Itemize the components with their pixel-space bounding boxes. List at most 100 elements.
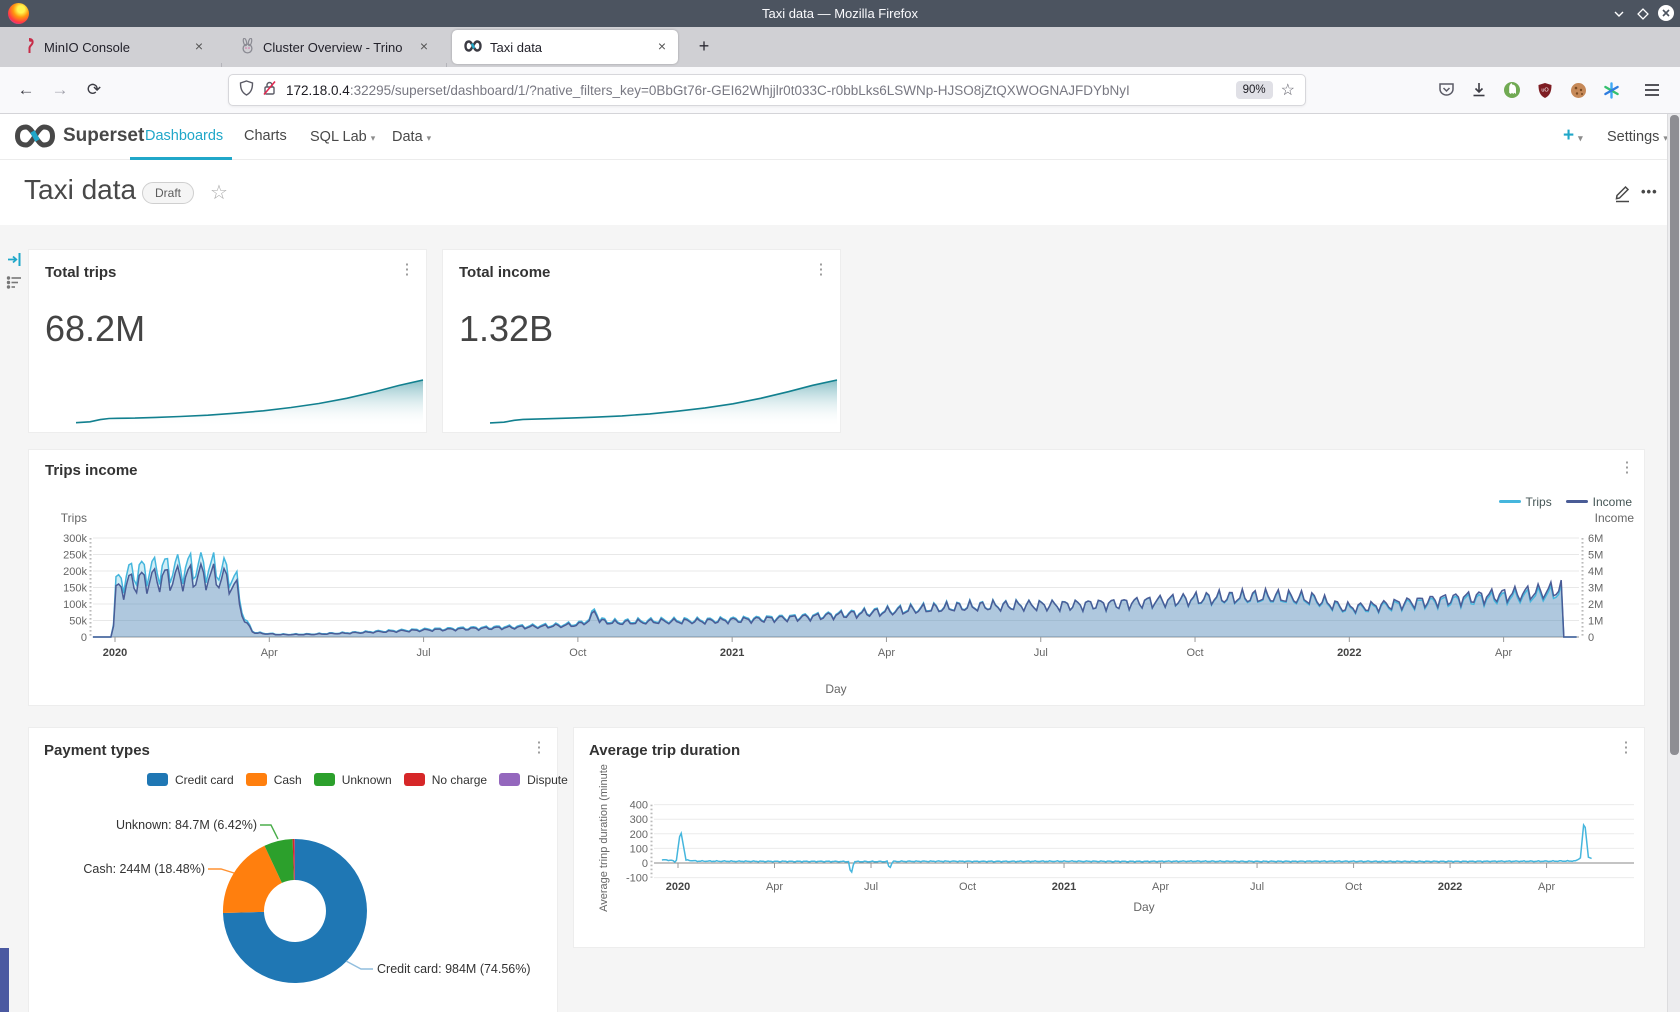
- svg-text:200: 200: [630, 829, 648, 841]
- svg-text:2022: 2022: [1337, 647, 1361, 659]
- brand-name: Superset: [63, 125, 144, 147]
- svg-text:2022: 2022: [1438, 881, 1462, 893]
- url-text[interactable]: 172.18.0.4:32295/superset/dashboard/1/?n…: [286, 83, 1236, 98]
- total-income-sparkline: [489, 374, 838, 428]
- svg-text:2020: 2020: [666, 881, 690, 893]
- svg-text:Income: Income: [1595, 511, 1635, 525]
- superset-logo[interactable]: Superset: [14, 122, 144, 150]
- svg-text:250k: 250k: [63, 550, 87, 562]
- tab-taxi-data-active[interactable]: Taxi data ×: [452, 30, 678, 64]
- extension-asterisk-icon[interactable]: [1597, 76, 1625, 104]
- svg-text:Credit card: 984M (74.56%): Credit card: 984M (74.56%): [377, 962, 531, 976]
- tab-minio-console[interactable]: MinIO Console ×: [10, 30, 215, 64]
- nav-item-sql-lab[interactable]: SQL Lab▾: [310, 128, 375, 146]
- svg-text:4M: 4M: [1588, 566, 1603, 578]
- forward-button[interactable]: →: [46, 76, 74, 104]
- trino-favicon: [240, 38, 255, 57]
- chevron-down-icon: ▾: [1578, 133, 1583, 143]
- chart-menu-icon[interactable]: ⋮: [397, 266, 417, 273]
- svg-text:Jul: Jul: [417, 647, 431, 659]
- svg-text:0: 0: [81, 632, 87, 644]
- chart-title: Total income: [459, 264, 550, 281]
- hamburger-menu-icon[interactable]: [1638, 76, 1666, 104]
- page-scrollbar[interactable]: [1667, 114, 1680, 1012]
- svg-text:Apr: Apr: [1538, 881, 1555, 893]
- window-minimize-button[interactable]: [1610, 5, 1628, 23]
- svg-text:Trips: Trips: [61, 511, 87, 525]
- new-tab-button[interactable]: +: [692, 35, 716, 59]
- bookmark-star-icon[interactable]: ☆: [1281, 80, 1295, 100]
- extension-cookie-icon[interactable]: [1564, 76, 1592, 104]
- url-bar[interactable]: 172.18.0.4:32295/superset/dashboard/1/?n…: [228, 74, 1306, 106]
- window-close-button[interactable]: [1657, 4, 1675, 22]
- svg-text:300k: 300k: [63, 533, 87, 545]
- svg-text:Apr: Apr: [1495, 647, 1512, 659]
- back-button[interactable]: ←: [12, 76, 40, 104]
- tab-close-icon[interactable]: ×: [414, 37, 434, 57]
- svg-text:Oct: Oct: [1186, 647, 1203, 659]
- svg-text:100: 100: [630, 843, 648, 855]
- avg-trip-duration-chart[interactable]: 4003002001000-1002020AprJulOct2021AprJul…: [574, 728, 1646, 949]
- svg-text:5M: 5M: [1588, 550, 1603, 562]
- tab-cluster-overview-trino[interactable]: Cluster Overview - Trino ×: [228, 30, 440, 64]
- total-income-card: Total income ⋮ 1.32B: [442, 249, 841, 433]
- svg-text:Day: Day: [1133, 900, 1154, 914]
- filter-list-icon[interactable]: [6, 274, 23, 296]
- window-maximize-button[interactable]: [1634, 5, 1652, 23]
- tab-bar: MinIO Console × Cluster Overview - Trino…: [0, 27, 1680, 67]
- trips-income-chart[interactable]: TripsIncome300k250k200k150k100k50k06M5M4…: [29, 450, 1646, 707]
- scrollbar-thumb[interactable]: [1670, 115, 1679, 755]
- add-new-button[interactable]: +▾: [1563, 125, 1583, 147]
- svg-text:150k: 150k: [63, 583, 87, 595]
- svg-text:Average trinp duration (minute: Average trinp duration (minute: [598, 764, 610, 912]
- trips-income-card: Trips income ⋮ Trips Income TripsIncome3…: [28, 449, 1645, 706]
- svg-text:0: 0: [642, 858, 648, 870]
- nav-item-charts[interactable]: Charts: [244, 128, 287, 144]
- svg-text:Apr: Apr: [766, 881, 783, 893]
- svg-text:Apr: Apr: [261, 647, 278, 659]
- payment-types-donut-chart[interactable]: Unknown: 84.7M (6.42%)Cash: 244M (18.48%…: [29, 728, 559, 1012]
- tab-close-icon[interactable]: ×: [189, 37, 209, 57]
- svg-text:Day: Day: [825, 682, 846, 696]
- browser-window: Taxi data — Mozilla Firefox MinIO Consol…: [0, 0, 1680, 1012]
- dashboard-title: Taxi data: [24, 174, 136, 206]
- svg-text:6M: 6M: [1588, 533, 1603, 545]
- chart-menu-icon[interactable]: ⋮: [811, 266, 831, 273]
- svg-text:2021: 2021: [720, 647, 744, 659]
- url-host: 172.18.0.4: [286, 83, 350, 98]
- pocket-icon[interactable]: [1432, 76, 1460, 104]
- big-number-value: 1.32B: [459, 308, 553, 350]
- chevron-down-icon: ▾: [427, 133, 432, 143]
- nav-item-dashboards[interactable]: Dashboards: [145, 128, 223, 144]
- svg-text:Apr: Apr: [1152, 881, 1169, 893]
- svg-text:50k: 50k: [69, 616, 87, 628]
- total-trips-card: Total trips ⋮ 68.2M: [28, 249, 427, 433]
- svg-text:Oct: Oct: [569, 647, 586, 659]
- insecure-lock-icon[interactable]: [262, 80, 277, 101]
- reload-button[interactable]: ⟳: [80, 76, 108, 104]
- svg-text:400: 400: [630, 800, 648, 812]
- nav-item-data[interactable]: Data▾: [392, 128, 431, 146]
- extension-ublock-icon[interactable]: uO: [1531, 76, 1559, 104]
- firefox-logo-icon: [8, 3, 29, 24]
- window-titlebar: Taxi data — Mozilla Firefox: [0, 0, 1680, 27]
- tracking-shield-icon[interactable]: [239, 80, 254, 101]
- settings-menu[interactable]: Settings▾: [1607, 128, 1668, 146]
- tab-close-icon[interactable]: ×: [652, 37, 672, 57]
- svg-text:Oct: Oct: [959, 881, 976, 893]
- svg-text:Apr: Apr: [878, 647, 895, 659]
- browser-toolbar: ← → ⟳ 172.18.0.4:32295/superset/dashboar…: [0, 67, 1680, 114]
- expand-filter-bar-icon[interactable]: [6, 251, 23, 273]
- svg-text:300: 300: [630, 814, 648, 826]
- extension-ghostery-icon[interactable]: [1498, 76, 1526, 104]
- dashboard-menu-ellipsis[interactable]: •••: [1641, 184, 1658, 199]
- superset-navbar: Superset Dashboards Charts SQL Lab▾ Data…: [0, 114, 1680, 160]
- draft-badge: Draft: [142, 182, 194, 204]
- window-title: Taxi data — Mozilla Firefox: [0, 0, 1680, 27]
- filter-bar-edge-strip[interactable]: [0, 948, 9, 1012]
- favorite-star-icon[interactable]: ☆: [210, 180, 228, 205]
- big-number-value: 68.2M: [45, 308, 145, 350]
- zoom-level-badge[interactable]: 90%: [1236, 81, 1273, 99]
- downloads-icon[interactable]: [1465, 76, 1493, 104]
- edit-dashboard-icon[interactable]: [1612, 182, 1633, 208]
